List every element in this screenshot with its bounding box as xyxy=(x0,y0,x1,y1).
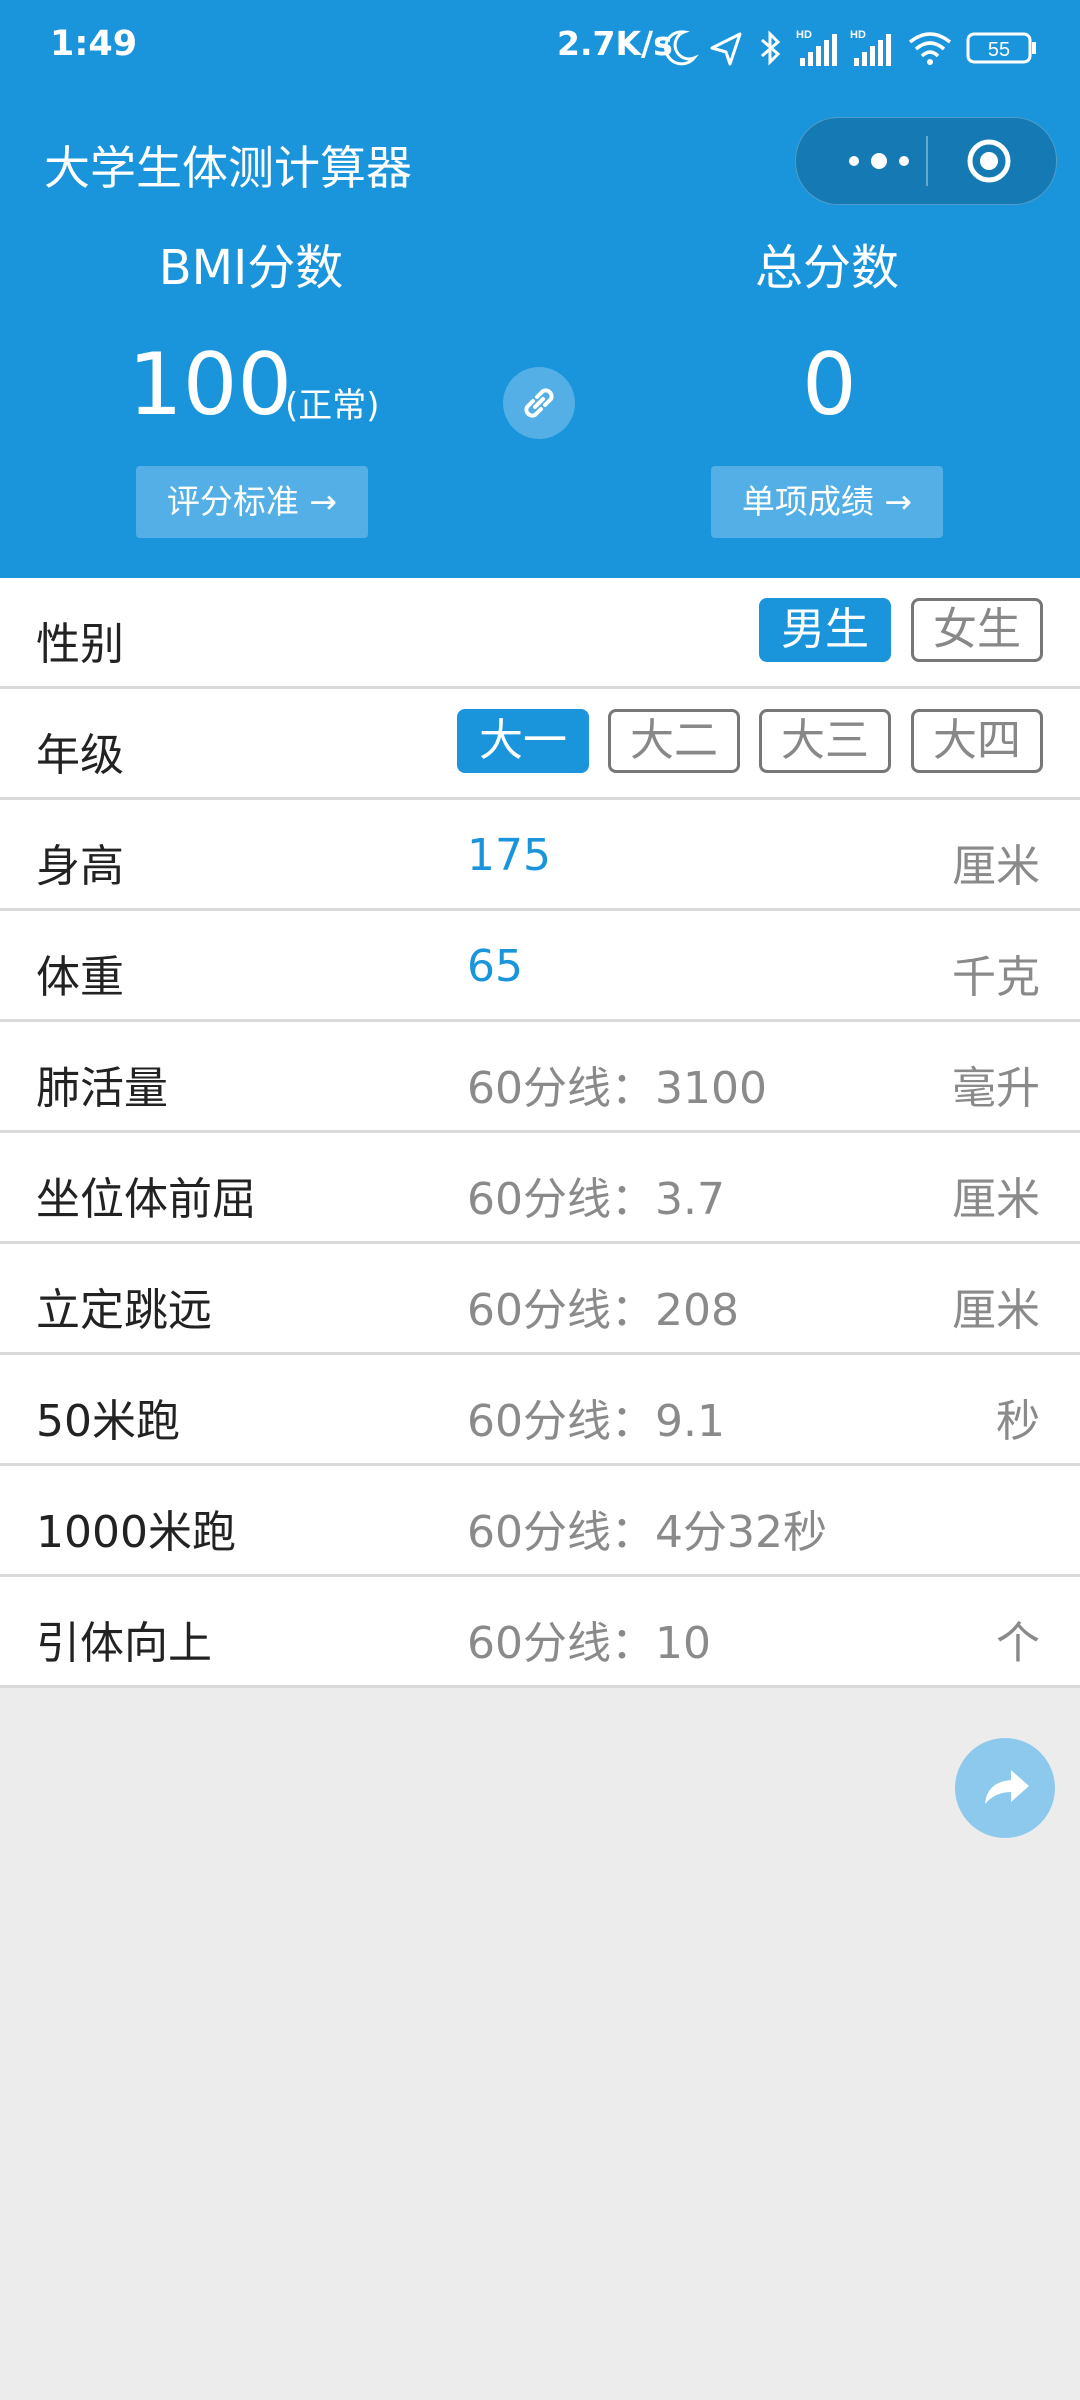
pull-up-input[interactable]: 60分线：10 xyxy=(467,1607,711,1671)
grade-option-2[interactable]: 大二 xyxy=(608,709,740,773)
grade-option-1[interactable]: 大一 xyxy=(457,709,589,773)
weight-row: 体重 65 千克 xyxy=(0,911,1080,1022)
target-icon[interactable] xyxy=(966,138,1012,184)
bluetooth-icon xyxy=(761,30,781,66)
link-button[interactable] xyxy=(503,367,575,439)
bmi-value: 100 xyxy=(128,335,293,435)
run-1000m-row: 1000米跑 60分线：4分32秒 xyxy=(0,1466,1080,1577)
weight-input[interactable]: 65 xyxy=(467,941,523,992)
height-unit: 厘米 xyxy=(952,841,1040,892)
standing-long-jump-label: 立定跳远 xyxy=(36,1285,212,1336)
run-50m-row: 50米跑 60分线：9.1 秒 xyxy=(0,1355,1080,1466)
standing-long-jump-unit: 厘米 xyxy=(952,1285,1040,1336)
run-50m-unit: 秒 xyxy=(996,1396,1040,1447)
grade-option-4[interactable]: 大四 xyxy=(911,709,1043,773)
svg-text:HD: HD xyxy=(850,29,866,41)
status-time: 1:49 xyxy=(50,24,138,64)
gender-option-female[interactable]: 女生 xyxy=(911,598,1043,662)
run-1000m-label: 1000米跑 xyxy=(36,1507,236,1558)
share-button[interactable] xyxy=(955,1738,1055,1838)
scoring-standard-button[interactable]: 评分标准 → xyxy=(136,466,368,538)
bmi-label: BMI分数 xyxy=(158,240,344,296)
gender-label: 性别 xyxy=(36,619,124,670)
standing-long-jump-row: 立定跳远 60分线：208 厘米 xyxy=(0,1244,1080,1355)
location-icon xyxy=(710,32,742,66)
vital-capacity-row: 肺活量 60分线：3100 毫升 xyxy=(0,1022,1080,1133)
arrow-right-icon: → xyxy=(884,482,913,521)
app-title: 大学生体测计算器 xyxy=(44,141,412,195)
grade-label: 年级 xyxy=(36,730,124,781)
signal-icon: HD xyxy=(850,29,891,66)
sit-and-reach-row: 坐位体前屈 60分线：3.7 厘米 xyxy=(0,1133,1080,1244)
gender-option-male[interactable]: 男生 xyxy=(759,598,891,662)
input-form: 性别 男生 女生 年级 大一 大二 大三 大四 身高 175 厘米 体重 65 … xyxy=(0,578,1080,1688)
weight-unit: 千克 xyxy=(952,952,1040,1003)
sit-and-reach-input[interactable]: 60分线：3.7 xyxy=(467,1163,725,1227)
height-row: 身高 175 厘米 xyxy=(0,800,1080,911)
svg-text:HD: HD xyxy=(796,29,812,41)
gender-row: 性别 男生 女生 xyxy=(0,578,1080,689)
scoring-standard-label: 评分标准 xyxy=(166,482,299,521)
header: 1:49 2.7K/s HD HD 55 大学生体测计算器 BMI分数 总分数 … xyxy=(0,0,1080,578)
battery-level: 55 xyxy=(988,39,1010,61)
pull-up-unit: 个 xyxy=(996,1618,1040,1669)
height-input[interactable]: 175 xyxy=(467,830,551,881)
capsule-divider xyxy=(926,136,928,186)
pull-up-row: 引体向上 60分线：10 个 xyxy=(0,1577,1080,1688)
height-label: 身高 xyxy=(36,841,124,892)
run-50m-label: 50米跑 xyxy=(36,1396,180,1447)
run-50m-input[interactable]: 60分线：9.1 xyxy=(467,1385,725,1449)
vital-capacity-input[interactable]: 60分线：3100 xyxy=(467,1052,767,1116)
sit-and-reach-label: 坐位体前屈 xyxy=(36,1174,256,1225)
bmi-status-tag: (正常) xyxy=(285,386,380,426)
vital-capacity-label: 肺活量 xyxy=(36,1063,168,1114)
total-value: 0 xyxy=(802,335,857,435)
miniprogram-capsule xyxy=(795,117,1057,205)
pull-up-label: 引体向上 xyxy=(36,1618,212,1669)
sit-and-reach-unit: 厘米 xyxy=(952,1174,1040,1225)
wifi-icon xyxy=(908,32,952,65)
item-scores-label: 单项成绩 xyxy=(741,482,874,521)
standing-long-jump-input[interactable]: 60分线：208 xyxy=(467,1274,739,1338)
vital-capacity-unit: 毫升 xyxy=(952,1063,1040,1114)
grade-option-3[interactable]: 大三 xyxy=(759,709,891,773)
status-bar: 1:49 2.7K/s HD HD 55 xyxy=(0,0,1080,96)
arrow-right-icon: → xyxy=(309,482,338,521)
battery-icon: 55 xyxy=(966,32,1036,64)
moon-icon xyxy=(664,30,699,66)
grade-row: 年级 大一 大二 大三 大四 xyxy=(0,689,1080,800)
link-icon xyxy=(524,388,554,418)
total-label: 总分数 xyxy=(754,240,899,296)
more-dots-icon[interactable] xyxy=(834,118,954,204)
weight-label: 体重 xyxy=(36,952,124,1003)
item-scores-button[interactable]: 单项成绩 → xyxy=(711,466,943,538)
status-speed: 2.7K/s xyxy=(557,24,673,63)
run-1000m-input[interactable]: 60分线：4分32秒 xyxy=(467,1496,827,1560)
share-icon xyxy=(985,1770,1029,1804)
signal-icon: HD xyxy=(796,29,837,66)
